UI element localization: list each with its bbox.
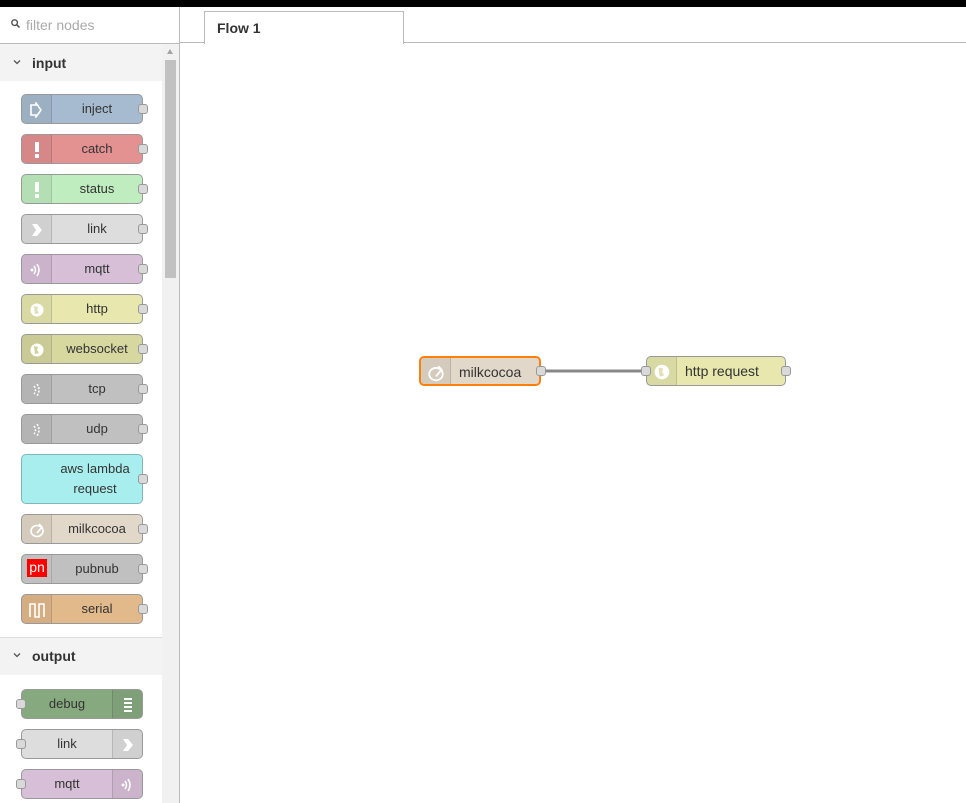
output-port[interactable] — [536, 366, 546, 376]
pubnub-logo-text: pn — [27, 559, 47, 577]
output-port[interactable] — [138, 424, 148, 434]
category-header-input[interactable]: input — [0, 45, 162, 81]
link-icon — [22, 215, 52, 243]
palette-node-tcp-in[interactable]: tcp — [21, 374, 148, 404]
milkcocoa-icon — [22, 515, 52, 543]
category-body-input: inject catch status link mqtt http webso… — [0, 81, 162, 637]
category-title: input — [32, 55, 67, 71]
palette-node-link-out[interactable]: link — [16, 729, 143, 759]
palette-node-label: status — [79, 181, 115, 196]
pubnub-icon: pn — [22, 555, 52, 583]
palette-node-label: websocket — [66, 341, 128, 356]
output-port[interactable] — [781, 366, 791, 376]
palette-node-label: debug — [48, 696, 86, 711]
output-port[interactable] — [138, 104, 148, 114]
input-port[interactable] — [16, 699, 26, 709]
output-port[interactable] — [138, 144, 148, 154]
link-icon — [112, 730, 142, 758]
palette-node-status[interactable]: status — [21, 174, 148, 204]
flow-node-http-request[interactable]: http request — [641, 356, 791, 386]
chevron-down-icon — [13, 60, 21, 65]
palette-node-catch[interactable]: catch — [21, 134, 148, 164]
palette-node-milkcocoa[interactable]: milkcocoa — [21, 514, 148, 544]
palette-node-label: mqtt — [54, 776, 80, 791]
flow-node-milkcocoa[interactable]: milkcocoa — [419, 356, 546, 386]
palette-node-websocket-in[interactable]: websocket — [21, 334, 148, 364]
input-port[interactable] — [16, 779, 26, 789]
output-port[interactable] — [138, 344, 148, 354]
palette-node-label: link — [87, 221, 107, 236]
output-port[interactable] — [138, 264, 148, 274]
output-port[interactable] — [138, 604, 148, 614]
category-title: output — [32, 648, 76, 664]
output-port[interactable] — [138, 474, 148, 484]
alert-icon — [22, 135, 52, 163]
palette-node-http-in[interactable]: http — [21, 294, 148, 324]
category-header-output[interactable]: output — [0, 638, 162, 674]
palette-node-aws-lambda-request[interactable]: aws lambda request — [21, 454, 148, 504]
flow-node-label: milkcocoa — [459, 364, 522, 380]
palette-node-pubnub[interactable]: pn pubnub — [21, 554, 148, 584]
search-icon — [11, 19, 20, 28]
scroll-up-arrow-icon[interactable] — [167, 49, 173, 54]
output-port[interactable] — [138, 184, 148, 194]
palette-node-label: serial — [81, 601, 113, 616]
chevron-down-icon — [13, 653, 21, 658]
palette-node-label: link — [57, 736, 77, 751]
palette-node-label: milkcocoa — [68, 521, 126, 536]
palette-node-label: udp — [86, 421, 108, 436]
palette-node-debug[interactable]: debug — [16, 689, 143, 719]
bridge-icon — [112, 770, 142, 798]
output-port[interactable] — [138, 384, 148, 394]
filter-nodes-input[interactable] — [26, 15, 171, 35]
top-bar — [0, 0, 966, 7]
output-port[interactable] — [138, 524, 148, 534]
milkcocoa-icon — [421, 358, 451, 384]
bridge-dash-icon — [22, 375, 52, 403]
palette-node-udp-in[interactable]: udp — [21, 414, 148, 444]
output-port[interactable] — [138, 224, 148, 234]
palette-node-label: aws lambda request — [60, 461, 130, 496]
input-port[interactable] — [641, 366, 651, 376]
palette-node-link-in[interactable]: link — [21, 214, 148, 244]
alert-icon — [22, 175, 52, 203]
globe-icon — [647, 357, 677, 385]
palette-node-mqtt-in[interactable]: mqtt — [21, 254, 148, 284]
palette-node-label: pubnub — [75, 561, 119, 576]
bridge-dash-icon — [22, 415, 52, 443]
palette-node-label: catch — [81, 141, 113, 156]
scrollbar-thumb[interactable] — [165, 60, 176, 278]
filter-box — [0, 7, 179, 44]
palette-scrollbar[interactable] — [162, 45, 179, 803]
palette-node-mqtt-out[interactable]: mqtt — [16, 769, 143, 799]
category-body-output: debug link mqtt — [0, 675, 162, 803]
palette-node-label: tcp — [88, 381, 106, 396]
bridge-icon — [22, 255, 52, 283]
globe-icon — [22, 335, 52, 363]
palette-sidebar: input inject catch status — [0, 7, 180, 803]
palette-node-inject[interactable]: inject — [21, 94, 148, 124]
debug-list-icon — [112, 690, 142, 718]
flow-wire[interactable] — [180, 7, 966, 803]
palette-node-label: http — [86, 301, 108, 316]
output-port[interactable] — [138, 564, 148, 574]
input-port[interactable] — [16, 739, 26, 749]
output-port[interactable] — [138, 304, 148, 314]
palette-node-label: mqtt — [84, 261, 110, 276]
palette-node-serial-in[interactable]: serial — [21, 594, 148, 624]
globe-icon — [22, 295, 52, 323]
inject-arrow-icon — [22, 95, 52, 123]
flow-node-label: http request — [685, 363, 759, 379]
palette-node-label: inject — [81, 101, 113, 116]
serial-icon — [22, 595, 52, 623]
workspace[interactable]: Flow 1 milkcocoa http request — [180, 7, 966, 803]
